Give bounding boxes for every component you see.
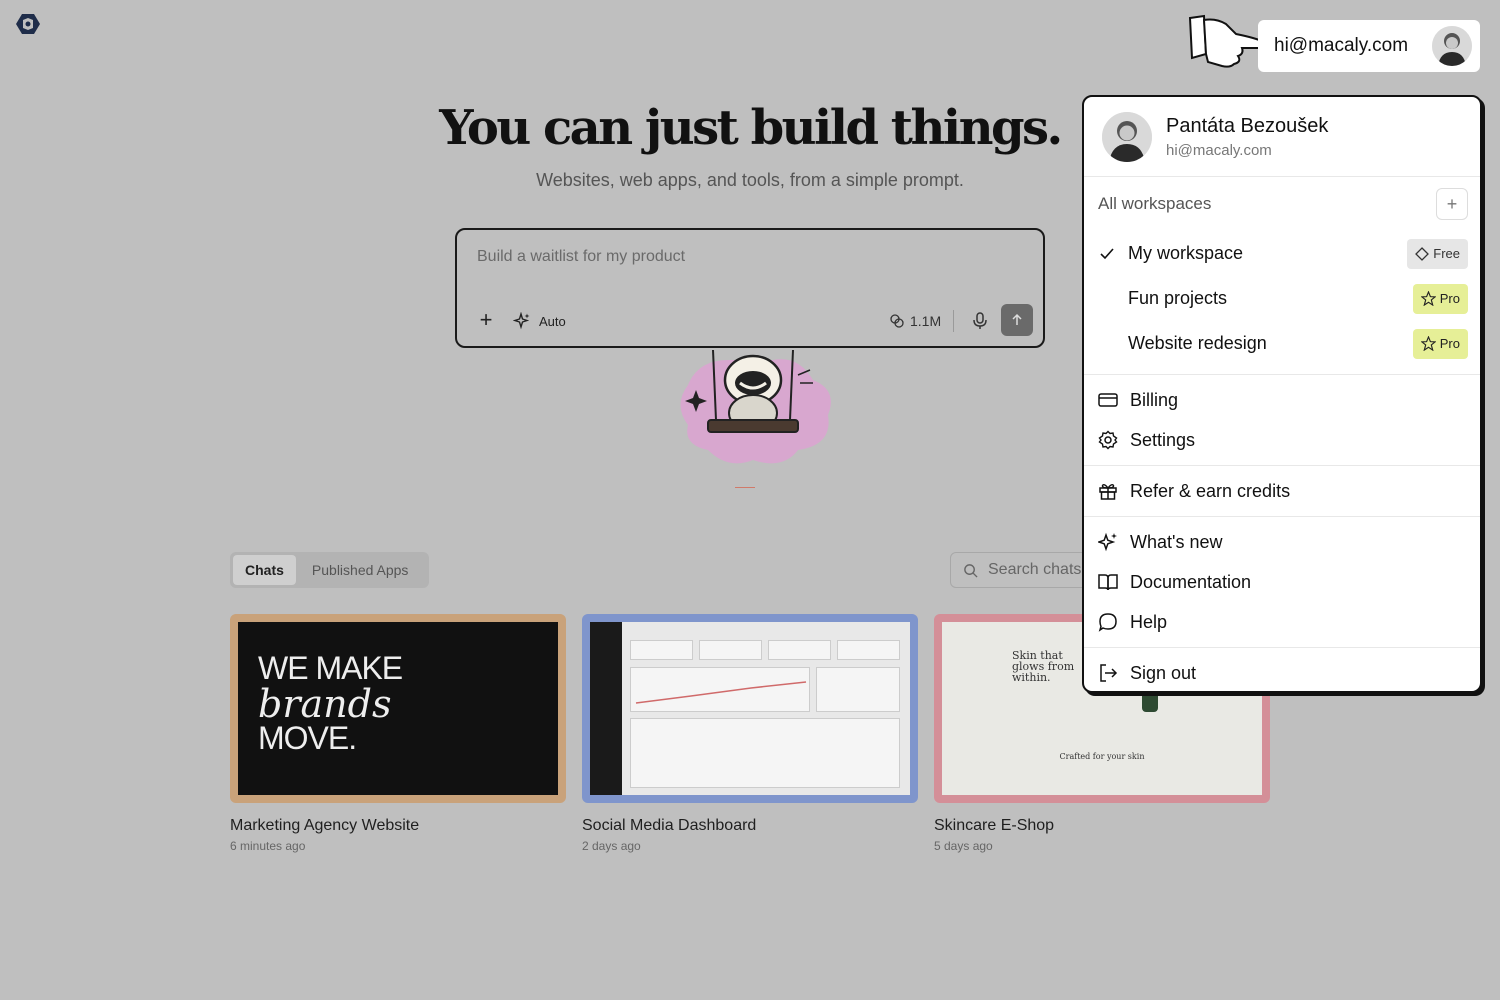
plus-icon[interactable]: +	[475, 309, 497, 332]
workspace-name: Fun projects	[1128, 288, 1228, 308]
menu-item-label: Help	[1130, 611, 1168, 632]
check-icon	[1100, 247, 1114, 259]
chat-bubble-icon	[1098, 612, 1118, 632]
tab-chats[interactable]: Chats	[233, 555, 296, 585]
plan-label: Pro	[1439, 291, 1460, 306]
user-menu-button[interactable]: hi@macaly.com	[1258, 20, 1480, 72]
project-thumbnail[interactable]: WE MAKE brands MOVE.	[230, 614, 566, 803]
workspaces-heading: All workspaces	[1098, 194, 1212, 213]
menu-item-label: Refer & earn credits	[1130, 480, 1291, 501]
thumb-text: Crafted for your skin	[1059, 752, 1145, 761]
tab-published-apps[interactable]: Published Apps	[300, 555, 421, 585]
book-icon	[1098, 572, 1118, 592]
menu-item-whats-new[interactable]: What's new	[1084, 522, 1480, 562]
user-dropdown-menu: Pantáta Bezoušek hi@macaly.com All works…	[1082, 95, 1482, 693]
send-button[interactable]	[1001, 304, 1033, 336]
user-email: hi@macaly.com	[1274, 35, 1409, 56]
add-workspace-button[interactable]: +	[1436, 188, 1468, 220]
menu-group-referral: Refer & earn credits	[1084, 466, 1480, 517]
sparkle-icon	[1098, 532, 1118, 552]
menu-item-label: Billing	[1130, 389, 1179, 410]
credit-card-icon	[1098, 390, 1118, 410]
menu-item-help[interactable]: Help	[1084, 602, 1480, 642]
project-title[interactable]: Skincare E-Shop	[934, 817, 1270, 835]
search-placeholder: Search chats...	[988, 561, 1095, 578]
project-time: 6 minutes ago	[230, 839, 306, 853]
project-title[interactable]: Marketing Agency Website	[230, 817, 566, 835]
hexagon-logo-icon[interactable]	[15, 12, 41, 36]
gift-icon	[1098, 481, 1118, 501]
menu-user-header: Pantáta Bezoušek hi@macaly.com	[1084, 97, 1480, 177]
workspace-item-my-workspace[interactable]: My workspace Free	[1084, 231, 1480, 276]
menu-group-account: Billing Settings	[1084, 375, 1480, 466]
menu-item-label: Settings	[1130, 429, 1196, 450]
menu-item-label: Sign out	[1130, 662, 1197, 683]
tabs-bar: Chats Published Apps	[230, 552, 429, 588]
loading-indicator	[735, 487, 755, 488]
sparkle-icon	[513, 312, 530, 330]
plan-label: Pro	[1439, 336, 1460, 351]
plus-icon: +	[1446, 193, 1458, 214]
project-card[interactable]: Social Media Dashboard 2 days ago	[582, 614, 918, 853]
prompt-box[interactable]: Build a waitlist for my product + Auto 1…	[455, 228, 1045, 348]
prompt-input[interactable]: Build a waitlist for my product	[477, 248, 685, 266]
mascot-illustration	[680, 349, 831, 464]
workspaces-section: All workspaces + My workspace Free Fun p…	[1084, 177, 1480, 375]
plan-label: Free	[1433, 246, 1460, 261]
tokens-icon	[890, 314, 904, 328]
project-time: 5 days ago	[934, 839, 993, 853]
arrow-up-icon	[1012, 313, 1022, 325]
menu-group-resources: What's new Documentation Help	[1084, 517, 1480, 648]
plan-badge: Pro	[1412, 283, 1468, 314]
thumb-text: Skin that glows from within.	[1012, 649, 1075, 684]
thumb-text: MOVE.	[258, 720, 357, 756]
project-time: 2 days ago	[582, 839, 641, 853]
menu-item-billing[interactable]: Billing	[1084, 380, 1480, 420]
diamond-icon	[1415, 246, 1430, 261]
microphone-icon[interactable]	[969, 310, 991, 332]
tokens-indicator[interactable]: 1.1M	[889, 310, 941, 332]
tokens-label: 1.1M	[910, 313, 942, 329]
mode-selector-button[interactable]: Auto	[513, 310, 566, 332]
search-icon	[964, 563, 978, 578]
plan-badge: Free	[1407, 238, 1468, 269]
workspace-name: My workspace	[1128, 243, 1244, 263]
workspace-item-website-redesign[interactable]: Website redesign Pro	[1084, 321, 1480, 366]
menu-item-documentation[interactable]: Documentation	[1084, 562, 1480, 602]
menu-item-sign-out[interactable]: Sign out	[1084, 653, 1480, 691]
menu-group-session: Sign out	[1084, 648, 1480, 691]
avatar	[1102, 111, 1152, 162]
gear-icon	[1098, 430, 1118, 450]
menu-item-settings[interactable]: Settings	[1084, 420, 1480, 460]
workspace-item-fun-projects[interactable]: Fun projects Pro	[1084, 276, 1480, 321]
project-thumbnail[interactable]	[582, 614, 918, 803]
user-email: hi@macaly.com	[1166, 141, 1272, 159]
menu-item-label: Documentation	[1130, 571, 1252, 592]
star-icon	[1420, 336, 1436, 351]
menu-item-label: What's new	[1130, 531, 1223, 552]
sign-out-icon	[1098, 663, 1118, 683]
divider	[953, 310, 954, 332]
avatar	[1432, 26, 1472, 66]
star-icon	[1420, 291, 1436, 306]
project-title[interactable]: Social Media Dashboard	[582, 817, 918, 835]
workspace-name: Website redesign	[1128, 333, 1267, 353]
user-name: Pantáta Bezoušek	[1166, 114, 1329, 137]
plan-badge: Pro	[1412, 328, 1468, 359]
project-card[interactable]: WE MAKE brands MOVE. Marketing Agency We…	[230, 614, 566, 853]
menu-item-refer[interactable]: Refer & earn credits	[1084, 471, 1480, 511]
mode-label: Auto	[539, 313, 566, 329]
